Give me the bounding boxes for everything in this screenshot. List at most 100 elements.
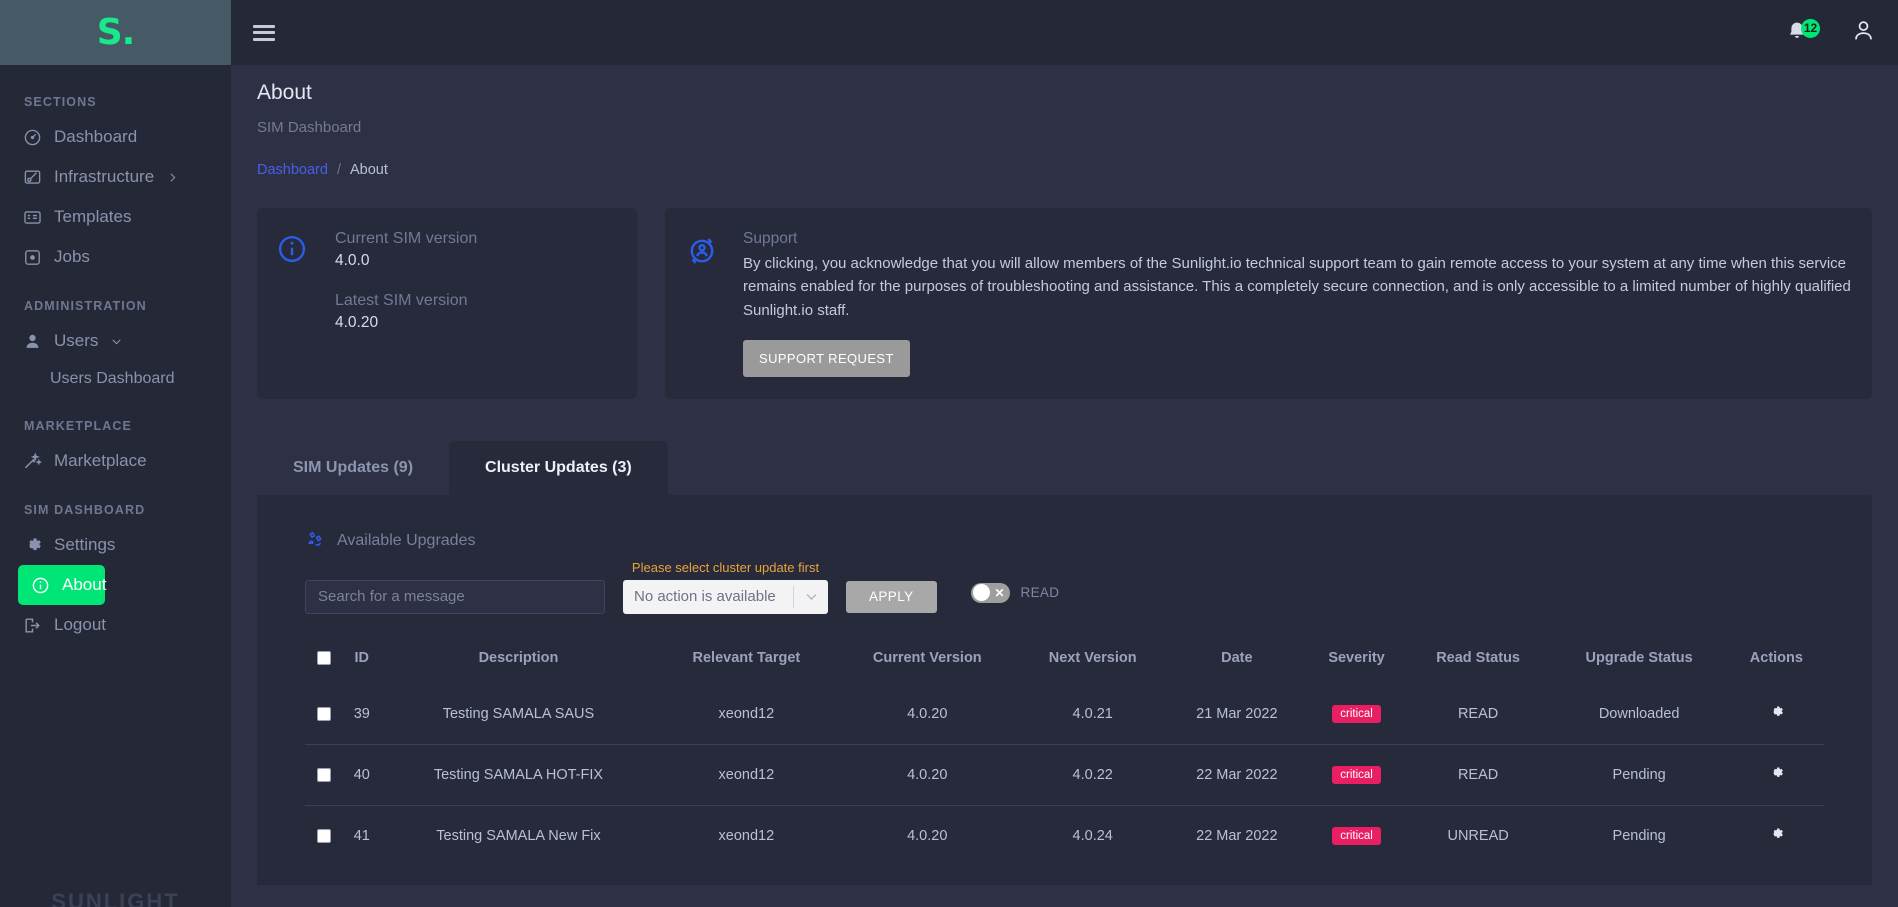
gear-icon[interactable] <box>1768 826 1784 842</box>
chevron-down-icon[interactable] <box>794 589 828 604</box>
page-content: About SIM Dashboard Dashboard / About Cu… <box>231 65 1898 907</box>
column-date[interactable]: Date <box>1167 640 1306 684</box>
cell-read-status: READ <box>1406 743 1550 806</box>
latest-version-label: Latest SIM version <box>335 292 468 309</box>
main-area: 12 About SIM Dashboard Dashboard / About <box>231 0 1898 907</box>
sidebar-item-marketplace[interactable]: Marketplace <box>0 441 231 481</box>
status-badge: critical <box>1332 826 1381 845</box>
sidebar-item-label: Logout <box>54 615 106 634</box>
cell-next-version: 4.0.24 <box>1018 804 1168 866</box>
infrastructure-icon <box>22 167 42 187</box>
toggle-knob <box>972 584 990 602</box>
sidebar-item-templates[interactable]: Templates <box>0 197 231 237</box>
logout-icon <box>22 615 42 635</box>
support-request-button[interactable]: SUPPORT REQUEST <box>743 339 910 377</box>
upgrades-table: ID Description Relevant Target Current V… <box>305 640 1824 866</box>
chevron-down-icon[interactable] <box>110 335 123 348</box>
search-input[interactable] <box>305 579 605 614</box>
chevron-right-icon[interactable] <box>166 171 179 184</box>
column-severity[interactable]: Severity <box>1306 640 1406 684</box>
upgrades-table-head: ID Description Relevant Target Current V… <box>305 640 1824 684</box>
info-cards-row: Current SIM version 4.0.0 Latest SIM ver… <box>231 178 1898 399</box>
row-select-cell <box>305 684 343 745</box>
status-badge: critical <box>1332 765 1381 784</box>
cell-id: 41 <box>343 804 381 866</box>
sidebar: S. SECTIONS Dashboard Infrastructure Tem… <box>0 0 231 907</box>
sidebar-item-jobs[interactable]: Jobs <box>0 237 231 277</box>
select-hint: Please select cluster update first <box>631 559 820 575</box>
column-id[interactable]: ID <box>343 640 381 684</box>
sidebar-item-users-dashboard[interactable]: Users Dashboard <box>0 361 231 397</box>
topbar: 12 <box>231 0 1898 65</box>
cell-next-version: 4.0.21 <box>1072 705 1113 722</box>
upgrades-table-body: 39 Testing SAMALA SAUS xeond12 4.0.20 4.… <box>305 684 1824 866</box>
cell-description: Testing SAMALA HOT-FIX <box>380 743 657 806</box>
column-relevant-target[interactable]: Relevant Target <box>656 640 836 684</box>
cell-next-version: 4.0.22 <box>1018 743 1168 806</box>
sidebar-item-about[interactable]: About <box>18 565 106 605</box>
user-icon <box>22 331 42 351</box>
table-row[interactable]: 41 Testing SAMALA New Fix xeond12 4.0.20… <box>305 804 1824 866</box>
table-row[interactable]: 40 Testing SAMALA HOT-FIX xeond12 4.0.20… <box>305 743 1824 806</box>
column-actions: Actions <box>1749 649 1803 666</box>
sidebar-item-label: Templates <box>54 207 132 226</box>
hamburger-icon[interactable] <box>253 24 275 41</box>
notifications-badge: 12 <box>1801 18 1820 38</box>
read-toggle[interactable]: ✕ <box>970 582 1010 603</box>
sunlight-logo: S. <box>96 11 136 53</box>
action-select[interactable]: No action is available <box>623 579 828 614</box>
cell-upgrade-status: Pending <box>1549 804 1729 866</box>
column-description[interactable]: Description <box>381 640 657 684</box>
logo-zone[interactable]: S. <box>0 0 231 65</box>
sidebar-item-users[interactable]: Users <box>0 321 231 361</box>
support-card-body: Support By clicking, you acknowledge tha… <box>743 230 1852 377</box>
sidebar-heading-sections: SECTIONS <box>24 95 97 109</box>
sidebar-item-label: Marketplace <box>54 451 147 470</box>
row-checkbox[interactable] <box>317 706 331 721</box>
column-current-version[interactable]: Current Version <box>836 640 1018 684</box>
action-select-wrap: Please select cluster update first No ac… <box>623 560 828 614</box>
dashboard-icon <box>22 127 42 147</box>
read-toggle-group: ✕ READ <box>970 582 1060 603</box>
sidebar-item-logout[interactable]: Logout <box>0 605 231 645</box>
column-next-version[interactable]: Next Version <box>1018 640 1167 684</box>
recycle-icon <box>305 529 325 554</box>
cell-relevant-target: xeond12 <box>718 705 775 722</box>
sidebar-item-infrastructure[interactable]: Infrastructure <box>0 157 231 197</box>
sidebar-item-label: Users <box>54 331 99 350</box>
updates-tabs: SIM Updates (9) Cluster Updates (3) <box>231 399 1898 495</box>
gear-icon[interactable] <box>1768 765 1784 781</box>
action-select-value: No action is available <box>634 588 776 606</box>
cluster-updates-panel: Available Upgrades Please select cluster… <box>257 494 1872 885</box>
column-read-status[interactable]: Read Status <box>1407 640 1550 684</box>
sidebar-heading-administration: ADMINISTRATION <box>24 299 147 313</box>
tab-sim-updates[interactable]: SIM Updates (9) <box>257 441 449 495</box>
sidebar-item-dashboard[interactable]: Dashboard <box>0 117 231 157</box>
gear-icon[interactable] <box>1768 704 1784 720</box>
status-badge: critical <box>1332 704 1381 723</box>
info-circle-icon <box>277 230 313 377</box>
select-all-checkbox[interactable] <box>317 650 331 665</box>
row-checkbox[interactable] <box>317 828 331 843</box>
sidebar-item-settings[interactable]: Settings <box>0 525 231 565</box>
cell-actions <box>1728 804 1824 866</box>
table-row[interactable]: 39 Testing SAMALA SAUS xeond12 4.0.20 4.… <box>305 684 1824 745</box>
app-root: S. SECTIONS Dashboard Infrastructure Tem… <box>0 0 1898 907</box>
account-button[interactable] <box>1851 18 1876 48</box>
remote-support-icon <box>685 230 721 377</box>
page-subtitle: SIM Dashboard <box>257 119 362 136</box>
notifications-button[interactable]: 12 <box>1785 18 1820 46</box>
breadcrumb-link-dashboard[interactable]: Dashboard <box>257 162 328 178</box>
sidebar-item-label: Infrastructure <box>54 167 155 186</box>
table-header-row: ID Description Relevant Target Current V… <box>305 640 1824 684</box>
cell-date: 22 Mar 2022 <box>1167 804 1307 866</box>
cell-relevant-target: xeond12 <box>656 804 837 866</box>
cell-id: 40 <box>343 743 381 806</box>
row-checkbox[interactable] <box>317 767 331 782</box>
breadcrumb-current: About <box>349 162 388 178</box>
panel-heading: Available Upgrades <box>257 521 1872 554</box>
apply-button[interactable]: APPLY <box>846 580 937 613</box>
tab-cluster-updates[interactable]: Cluster Updates (3) <box>449 440 668 495</box>
column-upgrade-status[interactable]: Upgrade Status <box>1550 640 1729 684</box>
info-circle-icon <box>30 575 50 595</box>
